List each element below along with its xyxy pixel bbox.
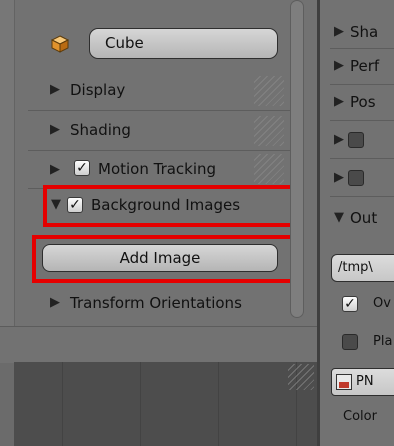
triangle-right-icon: ▶ [334, 58, 344, 73]
right-item-label: Pos [350, 93, 376, 111]
unchecked-checkbox[interactable] [348, 170, 364, 186]
file-format-dropdown[interactable]: PN [331, 368, 394, 396]
output-path-field[interactable]: /tmp\ [331, 254, 394, 282]
cube-object-icon [50, 34, 70, 54]
right-item-perf[interactable]: ▶ Perf [330, 52, 394, 82]
panel-background-images-label: Background Images [91, 196, 241, 214]
panel-display-header[interactable]: ▶ Display [28, 72, 294, 108]
color-label: Color [343, 409, 377, 424]
motion-tracking-checkbox[interactable]: ✓ [74, 160, 90, 176]
divider [330, 84, 394, 85]
panel-footer [0, 326, 317, 363]
triangle-down-icon: ▼ [51, 197, 61, 212]
add-image-label: Add Image [119, 249, 201, 267]
panel-transform-orientations-header[interactable]: ▶ Transform Orientations [28, 286, 294, 320]
triangle-right-icon: ▶ [334, 94, 344, 109]
triangle-right-icon: ▶ [334, 24, 344, 39]
divider [330, 120, 394, 121]
unchecked-checkbox[interactable] [348, 132, 364, 148]
panel-scrollbar[interactable] [290, 0, 304, 318]
triangle-right-icon: ▶ [50, 295, 60, 310]
drag-handle-icon[interactable] [254, 76, 284, 106]
triangle-right-icon: ▶ [334, 132, 344, 147]
divider [330, 158, 394, 159]
panel-transform-orientations-label: Transform Orientations [70, 294, 242, 312]
triangle-right-icon: ▶ [50, 82, 60, 97]
triangle-right-icon: ▶ [50, 122, 60, 137]
right-item-label: Out [350, 209, 378, 227]
overwrite-label: Ov [373, 296, 391, 311]
divider [330, 196, 394, 197]
triangle-right-icon: ▶ [334, 170, 344, 185]
divider [28, 110, 294, 111]
image-file-icon [336, 374, 352, 390]
right-item-pos[interactable]: ▶ Pos [330, 88, 394, 118]
timeline-drag-handle-icon[interactable] [288, 364, 314, 390]
overwrite-checkbox[interactable]: ✓ [342, 296, 358, 312]
timeline-area [14, 362, 317, 446]
placeholders-label: Pla [373, 334, 393, 349]
panel-motion-tracking-label: Motion Tracking [98, 160, 217, 178]
panel-motion-tracking-header[interactable]: ▶ ✓ Motion Tracking [28, 152, 294, 186]
placeholders-checkbox[interactable] [342, 334, 358, 350]
panel-shading-header[interactable]: ▶ Shading [28, 112, 294, 148]
right-item-label: Sha [350, 23, 379, 41]
panel-shading-label: Shading [70, 121, 131, 139]
object-name-field[interactable]: Cube [89, 28, 278, 59]
triangle-down-icon: ▼ [334, 210, 344, 225]
right-item-checkbox-row[interactable]: ▶ [330, 164, 394, 194]
timeline-gridline [218, 362, 219, 446]
right-item-sha[interactable]: ▶ Sha [330, 18, 394, 48]
object-name-value: Cube [105, 34, 144, 52]
panel-left-edge [0, 0, 15, 362]
panel-display-label: Display [70, 81, 126, 99]
right-item-out[interactable]: ▼ Out [330, 204, 394, 234]
drag-handle-icon[interactable] [254, 154, 284, 184]
divider [330, 48, 394, 49]
background-images-checkbox[interactable]: ✓ [67, 197, 83, 213]
timeline-gridline [62, 362, 63, 446]
right-item-label: Perf [350, 57, 380, 75]
divider [28, 150, 294, 151]
add-image-button[interactable]: Add Image [42, 244, 278, 272]
right-item-checkbox-row[interactable]: ▶ [330, 126, 394, 156]
panel-background-images-header[interactable]: ▼ ✓ Background Images [47, 189, 290, 223]
drag-handle-icon[interactable] [254, 116, 284, 146]
file-format-label: PN [356, 374, 374, 389]
output-path-value: /tmp\ [338, 260, 373, 275]
timeline-gridline [140, 362, 141, 446]
triangle-right-icon: ▶ [50, 162, 60, 177]
